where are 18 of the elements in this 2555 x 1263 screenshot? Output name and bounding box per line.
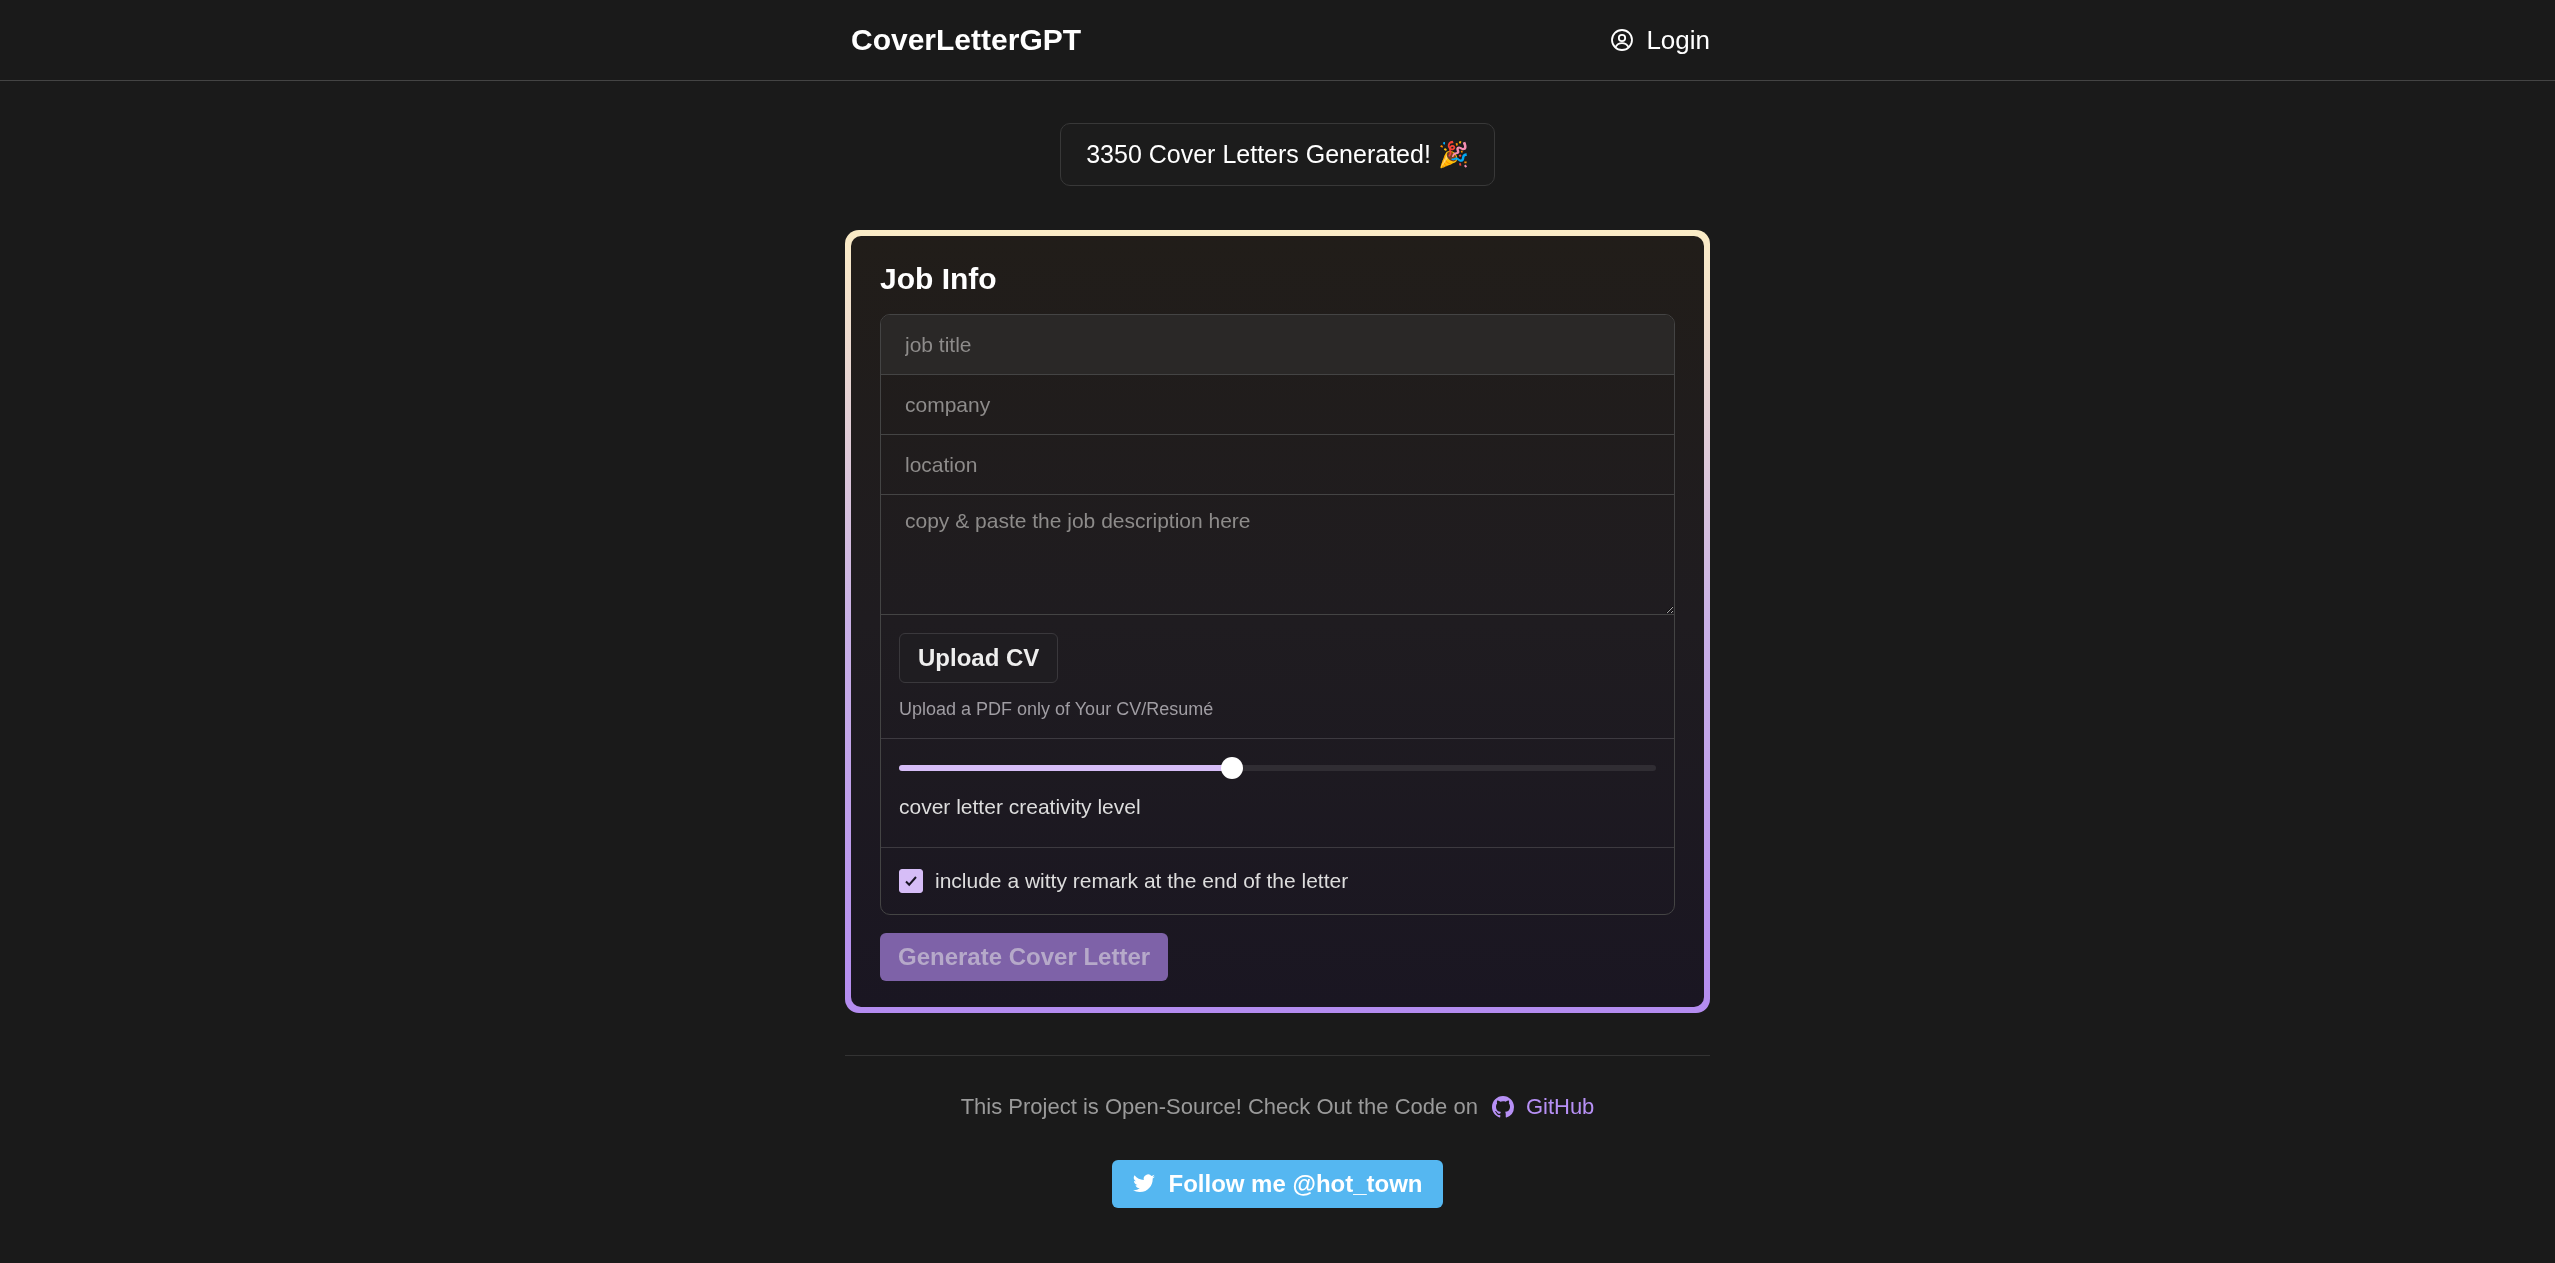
login-button[interactable]: Login (1610, 20, 1710, 60)
text-field[interactable]: job title (881, 315, 1674, 375)
form-title: Job Info (880, 262, 998, 296)
upload-hint: Upload a PDF only of Your CV/Resumé (899, 699, 1214, 720)
slider-label: cover letter creativity level (899, 795, 1141, 818)
github-icon (1491, 1096, 1514, 1118)
footer-text: This Project is Open-Source! Check Out the Code on (960, 1094, 1478, 1120)
slider-thumb[interactable] (1221, 757, 1244, 779)
logo[interactable]: CoverLetterGPT (851, 23, 1082, 57)
checkbox-label: include a witty remark at the end of the letter (935, 869, 1349, 893)
github-link[interactable]: GitHub (1491, 1094, 1595, 1120)
description-field[interactable]: copy & paste the job description here (881, 495, 1674, 615)
text-field[interactable]: location (881, 435, 1674, 495)
checkbox[interactable] (899, 869, 923, 893)
upload-button[interactable]: Upload CV (899, 633, 1059, 683)
user-icon (1610, 28, 1635, 52)
counter-badge: 3350 Cover Letters Generated! 🎉 (1060, 123, 1495, 186)
text-field[interactable]: company (881, 375, 1674, 435)
